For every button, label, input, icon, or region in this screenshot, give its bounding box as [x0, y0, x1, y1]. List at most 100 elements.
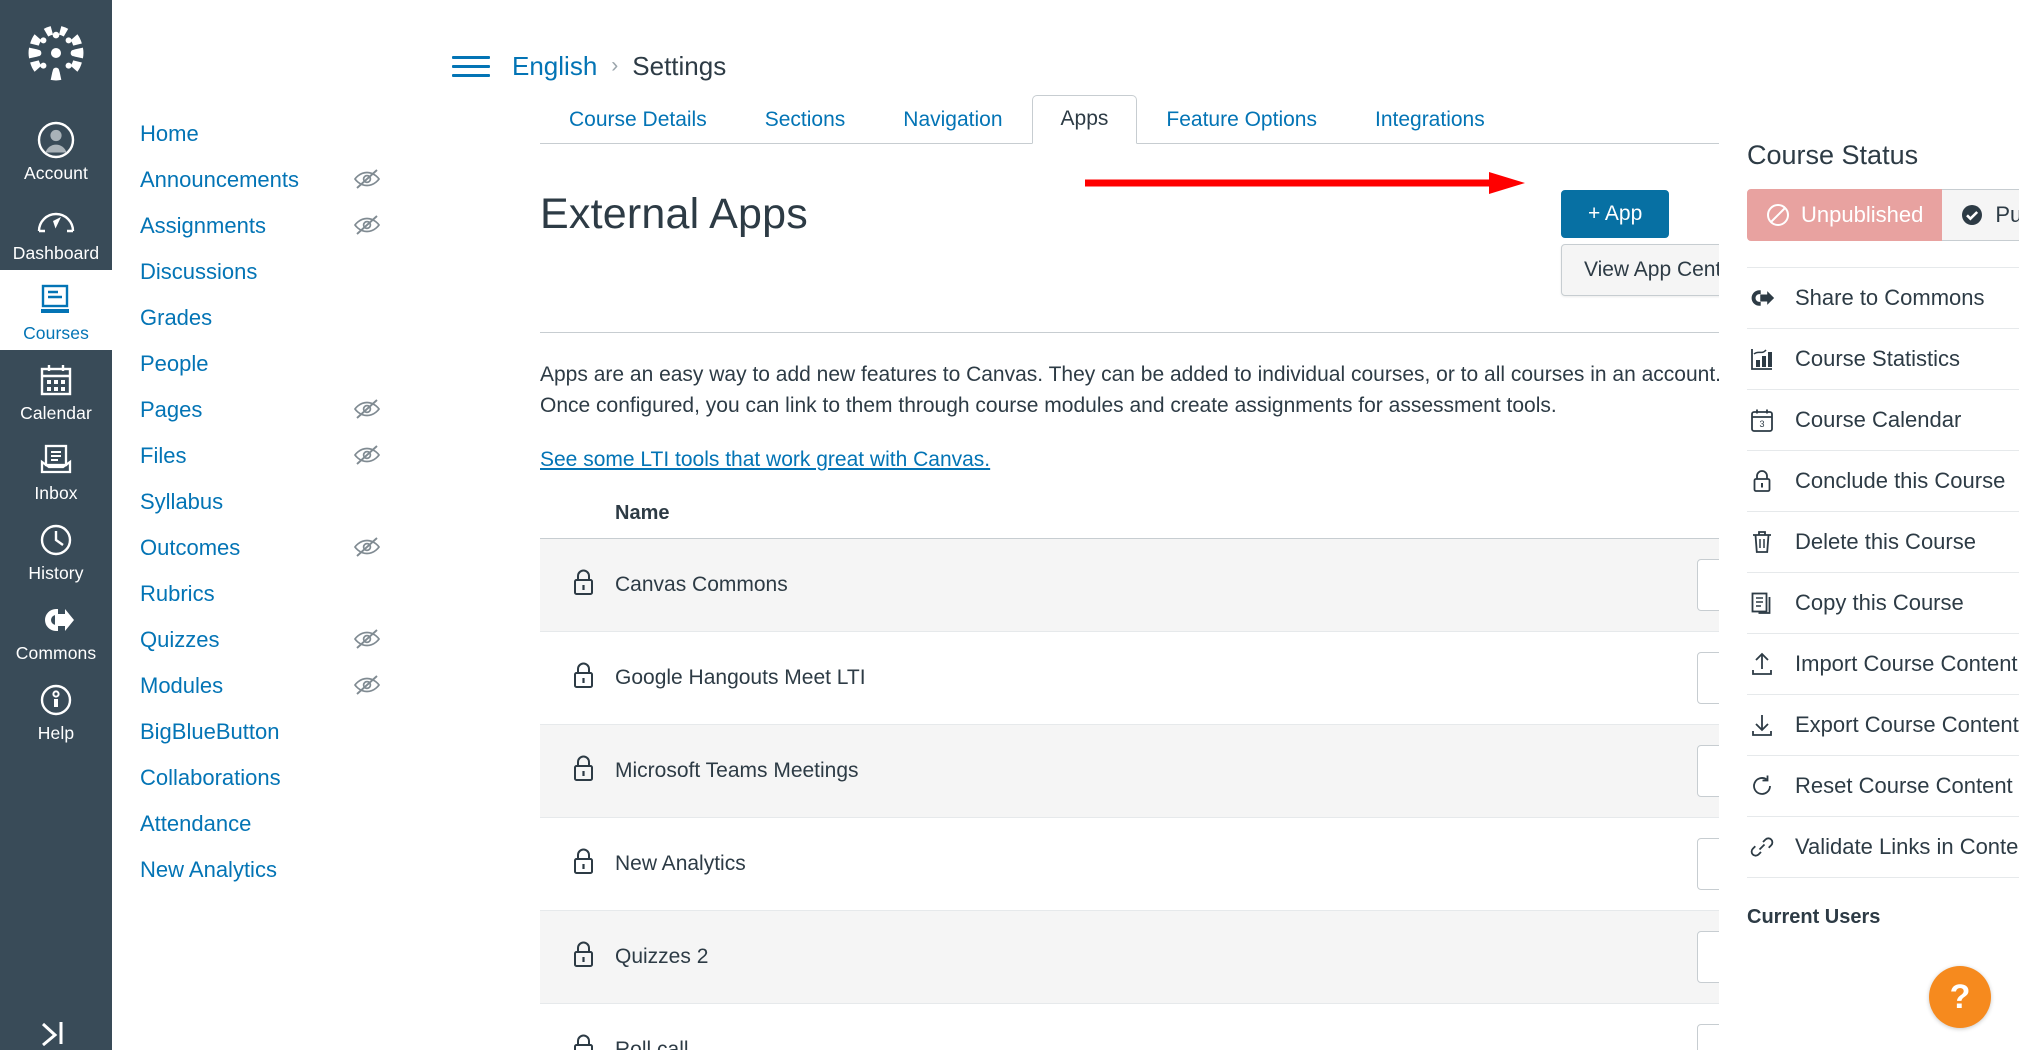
global-nav-item-commons[interactable]: Commons: [0, 590, 112, 670]
dashboard-gauge-icon: [36, 199, 76, 241]
course-nav-item-files[interactable]: Files: [140, 432, 390, 478]
unpublished-button[interactable]: Unpublished: [1747, 189, 1943, 241]
global-nav-item-history[interactable]: History: [0, 510, 112, 590]
global-nav-item-inbox[interactable]: Inbox: [0, 430, 112, 510]
global-nav-item-dashboard[interactable]: Dashboard: [0, 190, 112, 270]
course-nav-item-home[interactable]: Home: [140, 110, 390, 156]
breadcrumb-course-link[interactable]: English: [512, 51, 597, 82]
global-nav-collapse-button[interactable]: [0, 1020, 112, 1046]
course-nav-label: Files: [140, 442, 187, 468]
tab-navigation[interactable]: Navigation: [874, 96, 1031, 144]
course-nav-item-collaborations[interactable]: Collaborations: [140, 754, 390, 800]
copy-icon: [1749, 591, 1775, 616]
hamburger-menu-icon[interactable]: [452, 55, 490, 77]
course-nav-item-announcements[interactable]: Announcements: [140, 156, 390, 202]
course-nav-label: Syllabus: [140, 488, 224, 514]
help-bubble-button[interactable]: ?: [1929, 966, 1991, 1028]
global-nav-label: History: [28, 563, 84, 583]
global-nav-item-account[interactable]: Account: [0, 110, 112, 190]
course-nav-label: Home: [140, 120, 199, 146]
publish-button[interactable]: Publish: [1942, 189, 2019, 241]
table-row: Microsoft Teams Meetingsi: [540, 724, 1763, 818]
external-apps-header-row: External Apps + App View App Center: [540, 144, 1763, 296]
course-nav-list: Home Announcements Assignments Discussions G…: [140, 110, 421, 892]
course-nav-item-people[interactable]: People: [140, 340, 390, 386]
course-nav-item-new-analytics[interactable]: New Analytics: [140, 846, 390, 892]
account-avatar-icon: [36, 119, 76, 161]
app-name: New Analytics: [615, 852, 746, 875]
sidebar-action-label: Import Course Content: [1795, 651, 2018, 676]
tab-course-details[interactable]: Course Details: [540, 96, 736, 144]
hidden-eye-slash-icon: [354, 628, 380, 650]
check-circle-icon: [1962, 205, 1983, 225]
sidebar-action-import-course-content[interactable]: Import Course Content: [1747, 634, 2019, 695]
hidden-eye-slash-icon: [354, 168, 380, 190]
course-nav-item-rubrics[interactable]: Rubrics: [140, 570, 390, 616]
course-nav-item-attendance[interactable]: Attendance: [140, 800, 390, 846]
global-nav-item-calendar[interactable]: Calendar: [0, 350, 112, 430]
lock-icon: [570, 1034, 597, 1050]
row-lock-cell: [540, 817, 615, 911]
column-name: Name: [615, 502, 1653, 539]
course-nav-item-discussions[interactable]: Discussions: [140, 248, 390, 294]
global-nav-item-help[interactable]: Help: [0, 670, 112, 750]
tab-apps[interactable]: Apps: [1031, 95, 1138, 144]
table-row: Roll calli: [540, 1003, 1763, 1050]
sidebar-action-conclude-this-course[interactable]: Conclude this Course: [1747, 451, 2019, 512]
sidebar-action-course-calendar[interactable]: 3 Course Calendar: [1747, 390, 2019, 451]
lock-icon: [570, 941, 597, 974]
sidebar-action-reset-course-content[interactable]: Reset Course Content: [1747, 756, 2019, 817]
unpublished-label: Unpublished: [1801, 202, 1924, 227]
row-lock-cell: [540, 1003, 615, 1050]
settings-tab-bar: Course Details Sections Navigation Apps Feat…: [540, 95, 1763, 144]
global-nav-item-courses[interactable]: Courses: [0, 270, 112, 350]
sidebar-action-delete-this-course[interactable]: Delete this Course: [1747, 512, 2019, 573]
course-nav-item-modules[interactable]: Modules: [140, 662, 390, 708]
reset-circular-arrow-icon: [1749, 774, 1775, 799]
commons-arrow-icon: [1749, 287, 1775, 309]
commons-arrow-icon: [38, 599, 74, 641]
add-app-button[interactable]: + App: [1560, 190, 1670, 238]
course-nav-item-syllabus[interactable]: Syllabus: [140, 478, 390, 524]
row-name-cell: Quizzes 2: [615, 910, 1653, 1004]
download-icon: [1749, 713, 1775, 738]
sidebar-action-label: Reset Course Content: [1795, 773, 2013, 798]
sidebar-action-validate-links-in-content[interactable]: Validate Links in Content: [1747, 817, 2019, 878]
global-navigation: Account Dashboard Courses Calendar Inbox…: [0, 0, 112, 1050]
course-nav-label: New Analytics: [140, 856, 277, 882]
sidebar-action-label: Copy this Course: [1795, 590, 1964, 615]
tab-feature-options[interactable]: Feature Options: [1137, 96, 1346, 144]
lock-icon: [1749, 468, 1775, 494]
sidebar-action-label: Course Statistics: [1795, 346, 1961, 371]
course-navigation: Home Announcements Assignments Discussions G…: [112, 0, 422, 1050]
global-nav-label: Commons: [15, 643, 97, 663]
canvas-logo[interactable]: [25, 22, 87, 84]
sidebar-action-copy-this-course[interactable]: Copy this Course: [1747, 573, 2019, 634]
global-nav-label: Courses: [23, 323, 89, 343]
sidebar-action-course-statistics[interactable]: Course Statistics: [1747, 329, 2019, 390]
link-icon: [1749, 835, 1775, 859]
lti-tools-link[interactable]: See some LTI tools that work great with …: [540, 448, 990, 472]
course-nav-label: Discussions: [140, 258, 258, 284]
breadcrumb-current: Settings: [632, 50, 727, 81]
sidebar-action-export-course-content[interactable]: Export Course Content: [1747, 695, 2019, 756]
course-nav-item-grades[interactable]: Grades: [140, 294, 390, 340]
collapse-chevron-icon: [41, 1022, 63, 1046]
course-nav-item-quizzes[interactable]: Quizzes: [140, 616, 390, 662]
course-nav-item-outcomes[interactable]: Outcomes: [140, 524, 390, 570]
no-entry-icon: [1767, 204, 1789, 226]
tab-sections[interactable]: Sections: [736, 96, 875, 144]
lock-icon: [570, 569, 597, 602]
column-lock: [540, 502, 615, 539]
row-lock-cell: [540, 631, 615, 725]
app-name: Roll call: [615, 1038, 689, 1050]
sidebar-action-share-to-commons[interactable]: Share to Commons: [1747, 267, 2019, 329]
row-lock-cell: [540, 724, 615, 818]
row-lock-cell: [540, 538, 615, 632]
course-nav-item-bigbluebutton[interactable]: BigBlueButton: [140, 708, 390, 754]
course-nav-item-assignments[interactable]: Assignments: [140, 202, 390, 248]
course-nav-item-pages[interactable]: Pages: [140, 386, 390, 432]
course-status-sidebar: Course Status Unpublished Publish: [1719, 0, 2019, 1050]
tab-integrations[interactable]: Integrations: [1346, 96, 1514, 144]
app-name: Quizzes 2: [615, 945, 709, 968]
